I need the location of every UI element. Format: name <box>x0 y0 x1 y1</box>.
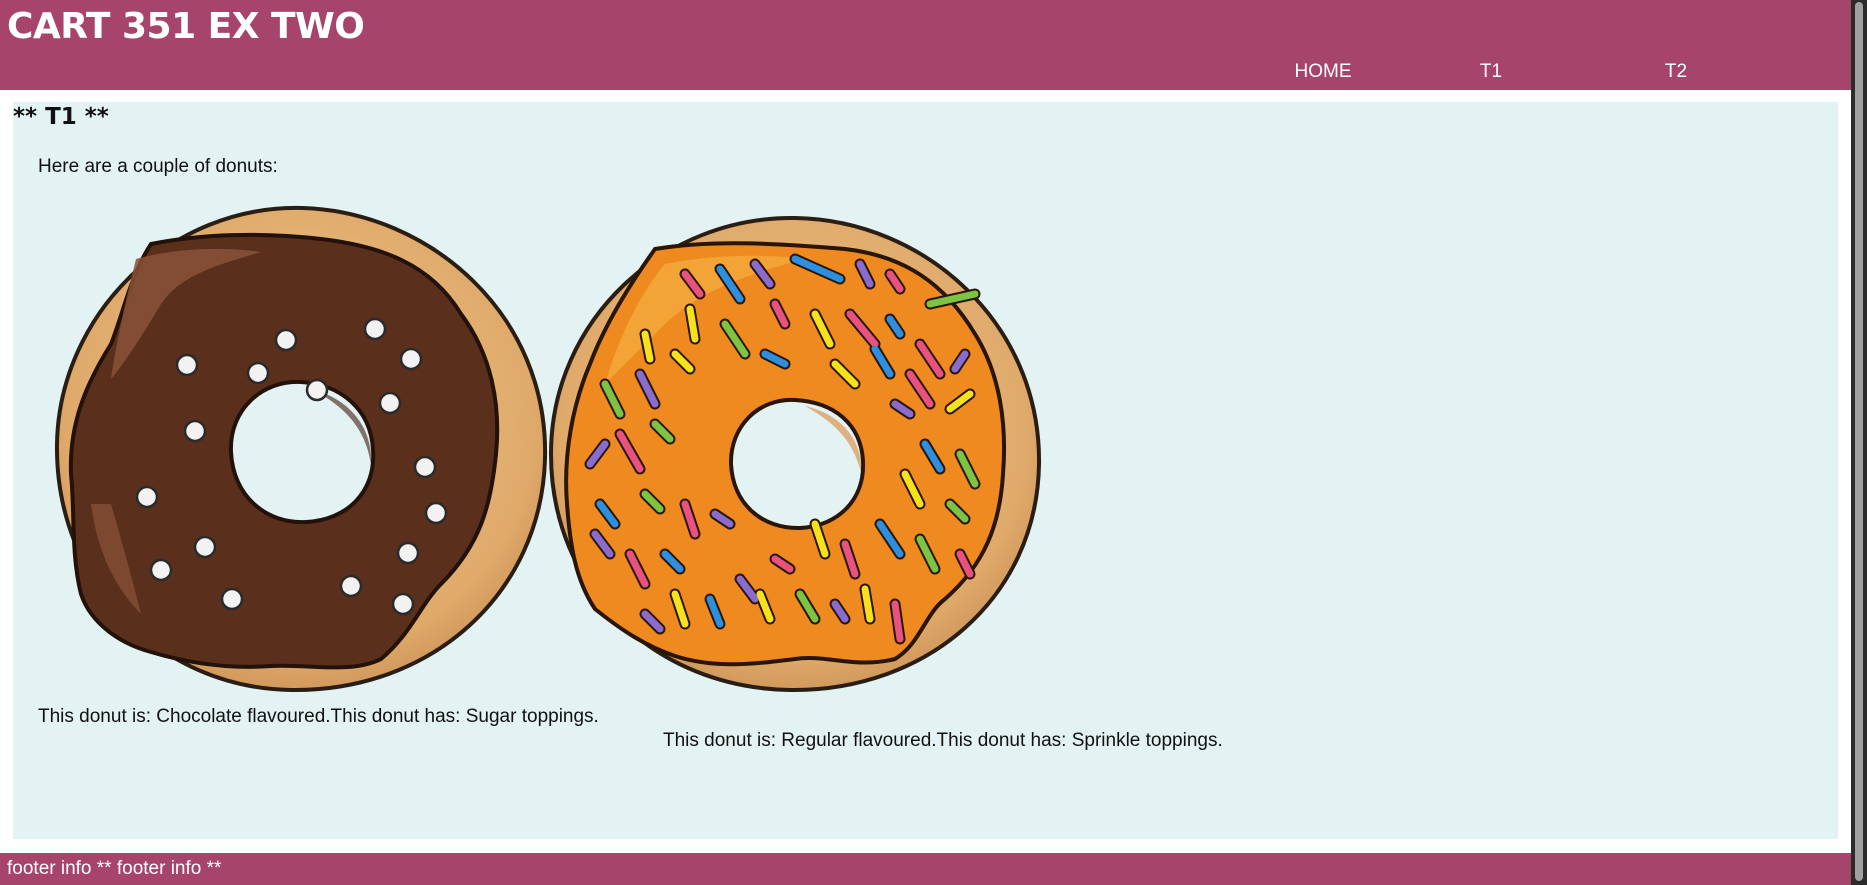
nav-link-home[interactable]: HOME <box>1295 61 1352 83</box>
scrollbar-thumb[interactable] <box>1855 2 1863 881</box>
site-footer: footer info ** footer info ** <box>0 853 1851 885</box>
sprinkle-donut-image <box>548 215 1042 693</box>
site-header: CART 351 EX TWO HOME T1 T2 <box>0 0 1851 90</box>
footer-text: footer info ** footer info ** <box>7 858 222 879</box>
nav-link-t2[interactable]: T2 <box>1665 61 1687 83</box>
vertical-scrollbar[interactable] <box>1851 0 1867 885</box>
section-title: ** T1 ** <box>13 104 109 130</box>
page: CART 351 EX TWO HOME T1 T2 ** T1 ** Here… <box>0 0 1851 885</box>
chocolate-donut-caption: This donut is: Chocolate flavoured.This … <box>38 706 599 727</box>
chocolate-donut-image <box>54 205 548 693</box>
nav-link-t1[interactable]: T1 <box>1480 61 1502 83</box>
site-title: CART 351 EX TWO <box>7 6 365 47</box>
main-content: ** T1 ** Here are a couple of donuts: Th… <box>13 102 1838 839</box>
intro-text: Here are a couple of donuts: <box>38 156 278 177</box>
sprinkle-donut-caption: This donut is: Regular flavoured.This do… <box>663 730 1223 751</box>
main-nav: HOME T1 T2 <box>0 61 1851 85</box>
